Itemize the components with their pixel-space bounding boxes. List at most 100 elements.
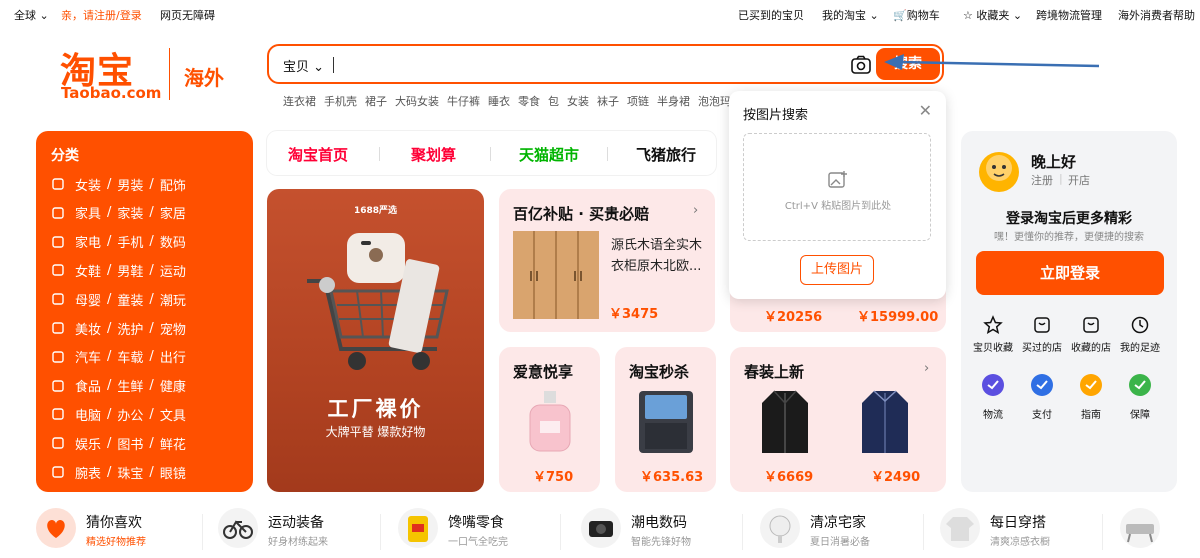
quick-link-label[interactable]: 买过的店 bbox=[1018, 339, 1066, 354]
close-icon[interactable]: ✕ bbox=[919, 101, 932, 120]
tab-fliggy[interactable]: 飞猪旅行 bbox=[636, 144, 696, 165]
tab-tmall-market[interactable]: 天猫超市 bbox=[519, 144, 579, 165]
category-link[interactable]: 男装 bbox=[117, 175, 143, 194]
category-link[interactable]: 潮玩 bbox=[160, 290, 186, 309]
bottom-item-guess[interactable]: 猜你喜欢 精选好物推荐 bbox=[36, 506, 196, 558]
region-selector[interactable]: 全球 ⌄ bbox=[14, 7, 49, 23]
bottom-item-home[interactable]: 清凉宅家 夏日消暑必备 bbox=[760, 506, 910, 558]
my-taobao-link[interactable]: 我的淘宝 ⌄ bbox=[822, 7, 879, 23]
bought-link[interactable]: 已买到的宝贝 bbox=[738, 7, 804, 23]
shield-icon[interactable] bbox=[1128, 373, 1152, 397]
hot-keyword[interactable]: 睡衣 bbox=[488, 95, 510, 108]
hot-keyword[interactable]: 牛仔裤 bbox=[447, 95, 480, 108]
service-label[interactable]: 保障 bbox=[1116, 406, 1164, 421]
category-link[interactable]: 汽车 bbox=[75, 347, 101, 366]
cart-link[interactable]: 🛒购物车 bbox=[893, 7, 940, 23]
service-label[interactable]: 物流 bbox=[969, 406, 1017, 421]
login-button[interactable]: 立即登录 bbox=[976, 251, 1164, 295]
category-link[interactable]: 家装 bbox=[117, 203, 143, 222]
hot-keyword[interactable]: 袜子 bbox=[597, 95, 619, 108]
service-label[interactable]: 支付 bbox=[1018, 406, 1066, 421]
category-link[interactable]: 母婴 bbox=[75, 290, 101, 309]
subsidy-product: 源氏木语全实木衣柜原木北欧... bbox=[611, 238, 703, 274]
category-link[interactable]: 电脑 bbox=[75, 405, 101, 424]
spring-price: ￥2490 bbox=[871, 470, 921, 485]
hot-keyword[interactable]: 裙子 bbox=[365, 95, 387, 108]
star-icon[interactable] bbox=[983, 315, 1003, 335]
bottom-item-snacks[interactable]: 馋嘴零食 一口气全吃完 bbox=[398, 506, 548, 558]
search-input[interactable] bbox=[333, 57, 334, 73]
service-label[interactable]: 指南 bbox=[1067, 406, 1115, 421]
bottom-item-outfit[interactable]: 每日穿搭 清爽凉感衣橱 bbox=[940, 506, 1090, 558]
register-link[interactable]: 注册 bbox=[1031, 172, 1053, 188]
category-link[interactable]: 出行 bbox=[160, 347, 186, 366]
image-drop-zone[interactable]: Ctrl+V 粘贴图片到此处 bbox=[743, 133, 931, 241]
hot-keyword[interactable]: 女装 bbox=[567, 95, 589, 108]
bottom-item-sports[interactable]: 运动装备 好身材练起来 bbox=[218, 506, 368, 558]
annotation-arrow bbox=[884, 54, 1100, 70]
category-link[interactable]: 食品 bbox=[75, 376, 101, 395]
category-link[interactable]: 家具 bbox=[75, 203, 101, 222]
hot-keyword[interactable]: 手机壳 bbox=[324, 95, 357, 108]
subsidy-card[interactable]: 百亿补贴 · 买贵必赔 › 源氏木语全实木衣柜原木北欧... ￥3475 bbox=[499, 189, 715, 332]
search-category-select[interactable]: 宝贝 ⌄ bbox=[283, 56, 324, 75]
category-link[interactable]: 娱乐 bbox=[75, 434, 101, 453]
quick-link-label[interactable]: 我的足迹 bbox=[1116, 339, 1164, 354]
login-link[interactable]: 亲，请注册/登录 bbox=[61, 7, 142, 23]
category-link[interactable]: 健康 bbox=[160, 376, 186, 395]
hot-keyword[interactable]: 零食 bbox=[518, 95, 540, 108]
category-link[interactable]: 宠物 bbox=[160, 319, 186, 338]
hot-keyword[interactable]: 包 bbox=[548, 95, 559, 108]
payment-icon[interactable] bbox=[1030, 373, 1054, 397]
open-store-link[interactable]: 开店 bbox=[1068, 172, 1090, 188]
spring-card[interactable]: 春装上新 › ￥6669 ￥2490 bbox=[730, 347, 946, 492]
avatar[interactable] bbox=[976, 148, 1022, 194]
category-link[interactable]: 珠宝 bbox=[117, 463, 143, 482]
category-link[interactable]: 女装 bbox=[75, 175, 101, 194]
category-link[interactable]: 女鞋 bbox=[75, 261, 101, 280]
logistics-icon[interactable] bbox=[981, 373, 1005, 397]
hot-keyword[interactable]: 半身裙 bbox=[657, 95, 690, 108]
accessibility-link[interactable]: 网页无障碍 bbox=[160, 7, 215, 23]
category-link[interactable]: 洗护 bbox=[117, 319, 143, 338]
factory-banner[interactable]: 1688严选 工厂裸价 大牌平替 爆款好物 bbox=[267, 189, 484, 492]
seckill-card[interactable]: 淘宝秒杀 ￥635.63 bbox=[615, 347, 716, 492]
category-link[interactable]: 美妆 bbox=[75, 319, 101, 338]
category-link[interactable]: 眼镜 bbox=[160, 463, 186, 482]
tab-taobao-home[interactable]: 淘宝首页 bbox=[288, 144, 348, 165]
hot-keyword[interactable]: 大码女装 bbox=[395, 95, 439, 108]
store-icon[interactable] bbox=[1081, 315, 1101, 335]
category-link[interactable]: 家电 bbox=[75, 232, 101, 251]
quick-link-label[interactable]: 收藏的店 bbox=[1067, 339, 1115, 354]
category-link[interactable]: 生鲜 bbox=[117, 376, 143, 395]
bag-icon[interactable] bbox=[1032, 315, 1052, 335]
category-link[interactable]: 腕表 bbox=[75, 463, 101, 482]
guide-icon[interactable] bbox=[1079, 373, 1103, 397]
camera-icon[interactable] bbox=[850, 54, 872, 76]
favorites-link[interactable]: ☆ 收藏夹 ⌄ bbox=[963, 7, 1022, 23]
category-link[interactable]: 童装 bbox=[117, 290, 143, 309]
bottom-item-more[interactable] bbox=[1120, 506, 1180, 558]
clock-icon[interactable] bbox=[1130, 315, 1150, 335]
hot-keyword[interactable]: 连衣裙 bbox=[283, 95, 316, 108]
category-link[interactable]: 办公 bbox=[117, 405, 143, 424]
category-link[interactable]: 家居 bbox=[160, 203, 186, 222]
category-link[interactable]: 文具 bbox=[160, 405, 186, 424]
category-link[interactable]: 手机 bbox=[117, 232, 143, 251]
category-link[interactable]: 男鞋 bbox=[117, 261, 143, 280]
tab-juhuasuan[interactable]: 聚划算 bbox=[411, 144, 456, 165]
consumer-help-link[interactable]: 海外消费者帮助 bbox=[1118, 7, 1195, 23]
category-link[interactable]: 图书 bbox=[117, 434, 143, 453]
category-link[interactable]: 车载 bbox=[117, 347, 143, 366]
quick-link-label[interactable]: 宝贝收藏 bbox=[969, 339, 1017, 354]
love-card[interactable]: 爱意悦享 ￥750 bbox=[499, 347, 600, 492]
category-link[interactable]: 数码 bbox=[160, 232, 186, 251]
divider bbox=[560, 514, 561, 550]
upload-image-button[interactable]: 上传图片 bbox=[800, 255, 874, 285]
category-link[interactable]: 配饰 bbox=[160, 175, 186, 194]
category-link[interactable]: 鲜花 bbox=[160, 434, 186, 453]
hot-keyword[interactable]: 项链 bbox=[627, 95, 649, 108]
logistics-link[interactable]: 跨境物流管理 bbox=[1036, 7, 1102, 23]
bottom-item-digital[interactable]: 潮电数码 智能先锋好物 bbox=[581, 506, 731, 558]
category-link[interactable]: 运动 bbox=[160, 261, 186, 280]
